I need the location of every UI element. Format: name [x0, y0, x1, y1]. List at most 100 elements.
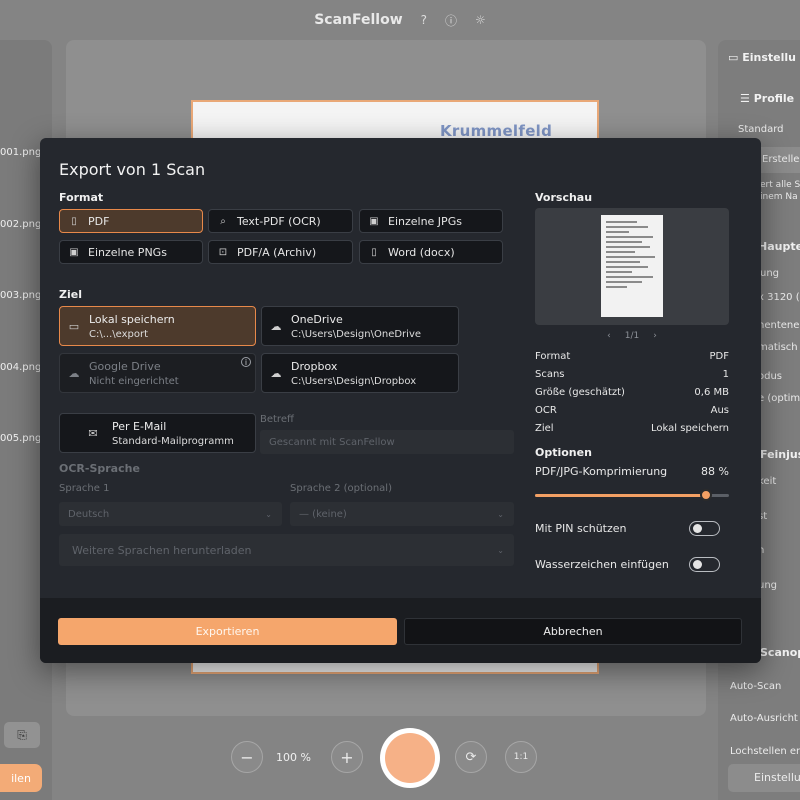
file-icon: ▯: [71, 215, 77, 227]
destination-title: Google Drive: [89, 359, 161, 373]
cloud-icon: ☁: [270, 366, 282, 380]
file-item[interactable]: 002.png: [0, 219, 41, 230]
compression-value: 88 %: [701, 465, 729, 478]
download-languages-label: Weitere Sprachen herunterladen: [72, 543, 252, 557]
capture-button-inner: [385, 733, 435, 783]
setting-item[interactable]: ung: [760, 268, 779, 279]
setting-item[interactable]: odus: [758, 371, 782, 382]
compression-slider[interactable]: [535, 489, 729, 501]
pin-toggle[interactable]: [689, 521, 720, 536]
destination-title: Per E-Mail: [112, 419, 167, 433]
subject-input[interactable]: Gescannt mit ScanFellow: [260, 430, 514, 454]
folder-icon: ▭: [68, 319, 80, 333]
file-item[interactable]: 004.png: [0, 362, 41, 373]
info-row: Format PDF: [535, 351, 729, 362]
setting-item[interactable]: e (optim: [758, 393, 800, 404]
destination-title: Lokal speichern: [89, 312, 175, 326]
chevron-down-icon: ⌄: [497, 509, 504, 519]
file-icon: ▯: [371, 246, 377, 258]
destination-email[interactable]: ✉ Per E-Mail Standard-Mailprogramm: [59, 413, 256, 453]
ocr-icon: ⌕: [220, 215, 226, 227]
zoom-out-button[interactable]: −: [231, 741, 263, 773]
info-row: Scans 1: [535, 369, 729, 380]
format-label-text: Einzelne JPGs: [388, 214, 462, 228]
file-item[interactable]: 005.png: [0, 433, 41, 444]
export-dialog: Export von 1 Scan Format ▯ PDF ⌕ Text-PDF …: [40, 138, 761, 663]
preview-label: Vorschau: [535, 191, 593, 204]
format-label-text: Einzelne PNGs: [88, 245, 167, 259]
help-icon[interactable]: ?: [421, 13, 427, 27]
pin-label: Mit PIN schützen: [535, 522, 627, 535]
chevron-down-icon: ⌄: [497, 545, 504, 555]
format-text-pdf-button[interactable]: ⌕ Text-PDF (OCR): [208, 209, 353, 233]
auto-align-toggle[interactable]: Auto-Ausricht: [730, 713, 798, 724]
destination-path: Nicht eingerichtet: [89, 375, 179, 387]
cloud-icon: ☁: [270, 319, 282, 333]
profile-description: inem Na: [760, 192, 798, 202]
info-key: OCR: [535, 405, 557, 416]
format-pdfa-button[interactable]: ⊡ PDF/A (Archiv): [208, 240, 353, 264]
format-label: Format: [59, 191, 104, 204]
destination-title: OneDrive: [291, 312, 343, 326]
destination-dropbox[interactable]: ☁ Dropbox C:\Users\Design\Dropbox: [261, 353, 459, 393]
info-key: Ziel: [535, 423, 554, 434]
setting-item[interactable]: matisch: [758, 342, 798, 353]
watermark-toggle[interactable]: [689, 557, 720, 572]
title-bar: ScanFellow ? ⓘ ☼: [0, 0, 800, 40]
slider-thumb[interactable]: [699, 489, 712, 501]
chevron-right-icon[interactable]: ›: [653, 331, 657, 341]
section-heading: Scanopt: [760, 646, 800, 659]
language2-select: — (keine) ⌄: [290, 502, 514, 526]
toggle-knob: [693, 560, 702, 569]
destination-local[interactable]: ▭ Lokal speichern C:\...\export: [59, 306, 256, 346]
dialog-footer: Exportieren Abbrechen: [40, 598, 761, 663]
compression-row: PDF/JPG-Komprimierung 88 %: [535, 465, 729, 478]
file-item[interactable]: 003.png: [0, 290, 41, 301]
rotate-icon[interactable]: ⟳: [455, 741, 487, 773]
preview-area: [535, 208, 729, 325]
watermark-row: Wasserzeichen einfügen: [535, 558, 685, 571]
info-row: Größe (geschätzt) 0,6 MB: [535, 387, 729, 398]
ocr-language-label: OCR-Sprache: [59, 462, 140, 475]
format-label-text: Text-PDF (OCR): [237, 214, 321, 228]
destination-path: Standard-Mailprogramm: [112, 435, 234, 447]
setting-item[interactable]: nentene: [758, 320, 799, 331]
brightness-icon[interactable]: ☼: [475, 13, 486, 27]
format-pdf-button[interactable]: ▯ PDF: [59, 209, 203, 233]
language2-value: — (keine): [299, 508, 347, 520]
export-button[interactable]: Exportieren: [58, 618, 397, 645]
format-jpg-button[interactable]: ▣ Einzelne JPGs: [359, 209, 503, 233]
file-item[interactable]: 001.png: [0, 147, 41, 158]
language1-label: Sprache 1: [59, 483, 110, 494]
image-icon: ▣: [69, 246, 79, 258]
destination-onedrive[interactable]: ☁ OneDrive C:\Users\Design\OneDrive: [261, 306, 459, 346]
info-row: Ziel Lokal speichern: [535, 423, 729, 434]
info-icon[interactable]: ⓘ: [445, 12, 457, 29]
capture-button[interactable]: [380, 728, 440, 788]
format-word-button[interactable]: ▯ Word (docx): [359, 240, 503, 264]
actual-size-button[interactable]: 1:1: [505, 741, 537, 773]
section-heading: Feinjust: [760, 448, 800, 461]
auto-scan-toggle[interactable]: Auto-Scan: [730, 681, 781, 692]
info-key: Format: [535, 351, 571, 362]
info-value: 0,6 MB: [694, 387, 729, 398]
format-label-text: PDF: [88, 214, 110, 228]
zoom-in-button[interactable]: +: [331, 741, 363, 773]
info-value: Aus: [710, 405, 729, 416]
format-png-button[interactable]: ▣ Einzelne PNGs: [59, 240, 203, 264]
resolution-select[interactable]: x 3120 (: [758, 292, 800, 303]
info-value: 1: [722, 369, 729, 380]
destination-title: Dropbox: [291, 359, 338, 373]
image-icon: ▣: [369, 215, 379, 227]
page-indicator: 1/1: [624, 331, 640, 341]
zoom-value: 100 %: [276, 751, 311, 764]
chevron-left-icon[interactable]: ‹: [607, 331, 611, 341]
profile-select[interactable]: Standard: [738, 124, 784, 135]
info-icon[interactable]: i: [241, 357, 251, 367]
preview-pager: ‹ 1/1 ›: [535, 331, 729, 341]
compression-label: PDF/JPG-Komprimierung: [535, 465, 668, 478]
options-label: Optionen: [535, 446, 592, 459]
info-value: Lokal speichern: [651, 423, 729, 434]
cancel-button[interactable]: Abbrechen: [404, 618, 742, 645]
create-profile-label: Erstelle: [762, 154, 800, 165]
